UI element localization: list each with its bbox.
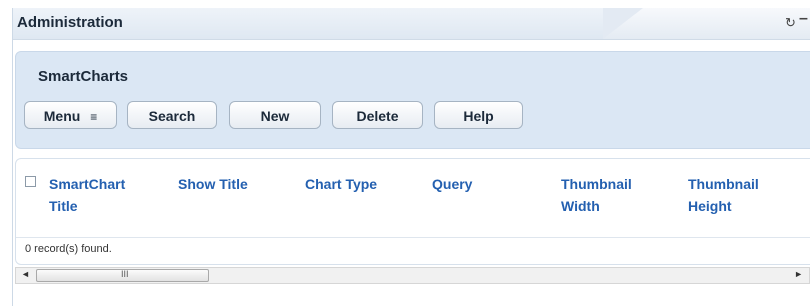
column-header-chart-type[interactable]: Chart Type — [305, 173, 400, 195]
select-all-checkbox[interactable] — [25, 176, 36, 187]
scroll-left-arrow-icon[interactable]: ◄ — [21, 269, 30, 279]
column-header-line: Chart Type — [305, 176, 378, 192]
column-header-smartchart-title[interactable]: SmartChart Title — [49, 173, 149, 217]
refresh-icon[interactable]: ↻ — [785, 16, 796, 30]
column-header-thumbnail-width[interactable]: Thumbnail Width — [561, 173, 661, 217]
minimize-icon[interactable]: – — [799, 11, 808, 27]
panel-title: SmartCharts — [38, 68, 129, 85]
help-button[interactable]: Help — [434, 101, 523, 129]
delete-button[interactable]: Delete — [332, 101, 423, 129]
smartcharts-toolbar-panel: SmartCharts Menu ≡ Search New Delete Hel… — [15, 51, 810, 149]
scroll-right-arrow-icon[interactable]: ► — [794, 269, 803, 279]
column-header-line: Height — [688, 198, 732, 214]
column-header-line: SmartChart — [49, 176, 126, 192]
column-header-thumbnail-height[interactable]: Thumbnail Height — [688, 173, 788, 217]
menu-button-label: Menu — [43, 108, 81, 124]
scrollbar-thumb[interactable]: III — [36, 269, 209, 282]
portlet-titlebar: Administration ↻ – — [13, 8, 810, 40]
portlet-title: Administration — [17, 14, 123, 31]
column-header-line: Show Title — [178, 176, 248, 192]
scrollbar-grip-icon: III — [121, 269, 129, 279]
column-header-line: Thumbnail — [561, 176, 632, 192]
search-button[interactable]: Search — [127, 101, 217, 129]
column-header-line: Query — [432, 176, 473, 192]
new-button[interactable]: New — [229, 101, 321, 129]
horizontal-scrollbar[interactable]: ◄ III ► — [15, 267, 810, 284]
menu-button[interactable]: Menu ≡ — [24, 101, 117, 129]
grid-header: SmartChart Title Show Title Chart Type Q… — [16, 159, 810, 238]
column-header-query[interactable]: Query — [432, 173, 512, 195]
menu-dropdown-icon: ≡ — [90, 110, 98, 124]
column-header-show-title[interactable]: Show Title — [178, 173, 268, 195]
records-count: 0 record(s) found. — [25, 243, 112, 255]
column-header-line: Thumbnail — [688, 176, 759, 192]
column-header-line: Width — [561, 198, 600, 214]
smartcharts-grid: SmartChart Title Show Title Chart Type Q… — [15, 158, 810, 265]
column-header-line: Title — [49, 198, 78, 214]
